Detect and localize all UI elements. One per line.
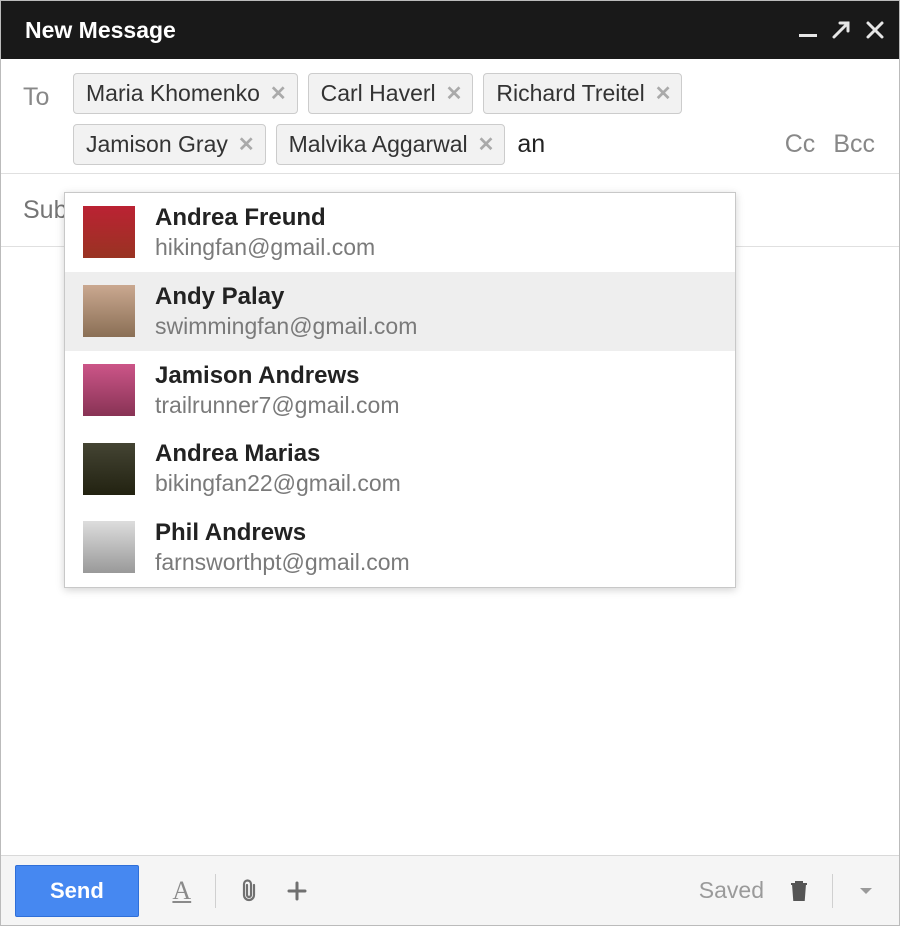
chip-remove-icon[interactable]: ✕ [446,81,463,106]
autocomplete-item[interactable]: Andrea Freundhikingfan@gmail.com [65,193,735,272]
recipient-chip[interactable]: Malvika Aggarwal ✕ [276,124,506,165]
chip-label: Maria Khomenko [86,80,260,107]
minimize-icon[interactable] [799,17,817,43]
compose-window: New Message To Maria Khomenko✕Carl Haver… [0,0,900,926]
chip-label: Jamison Gray [86,131,228,158]
autocomplete-item[interactable]: Andy Palayswimmingfan@gmail.com [65,272,735,351]
contact-email: hikingfan@gmail.com [155,233,375,262]
cc-bcc-toggles: Cc Bcc [785,130,875,159]
insert-icon[interactable] [278,872,316,910]
contact-name: Phil Andrews [155,518,410,548]
window-title: New Message [25,17,176,44]
titlebar: New Message [1,1,899,59]
trash-icon[interactable] [780,872,818,910]
contact-name: Jamison Andrews [155,361,400,391]
contact-name: Andy Palay [155,282,417,312]
chip-label: Richard Treitel [496,80,644,107]
recipient-chip[interactable]: Carl Haverl ✕ [308,73,474,114]
bcc-button[interactable]: Bcc [833,130,875,159]
cc-button[interactable]: Cc [785,130,816,159]
chip-remove-icon[interactable]: ✕ [238,132,255,157]
divider [215,874,216,908]
window-controls [799,17,885,43]
contact-email: trailrunner7@gmail.com [155,391,400,420]
format-icon[interactable]: A [163,872,201,910]
avatar [83,206,135,258]
close-icon[interactable] [865,20,885,40]
chip-remove-icon[interactable]: ✕ [478,132,495,157]
contact-email: bikingfan22@gmail.com [155,469,401,498]
chip-label: Carl Haverl [321,80,436,107]
avatar [83,521,135,573]
avatar [83,364,135,416]
contact-email: swimmingfan@gmail.com [155,312,417,341]
avatar [83,443,135,495]
chip-remove-icon[interactable]: ✕ [270,81,287,106]
more-options-icon[interactable] [847,872,885,910]
to-label: To [23,73,59,112]
recipient-chip[interactable]: Richard Treitel ✕ [483,73,682,114]
chip-label: Malvika Aggarwal [289,131,468,158]
attach-icon[interactable] [230,872,268,910]
recipients-area: To Maria Khomenko✕Carl Haverl✕Richard Tr… [1,59,899,173]
compose-toolbar: Send A Saved [1,855,899,925]
saved-status: Saved [699,877,764,904]
divider [832,874,833,908]
autocomplete-item[interactable]: Phil Andrewsfarnsworthpt@gmail.com [65,508,735,587]
recipient-chip[interactable]: Maria Khomenko ✕ [73,73,298,114]
avatar [83,285,135,337]
contact-autocomplete: Andrea Freundhikingfan@gmail.comAndy Pal… [64,192,736,588]
recipient-chip[interactable]: Jamison Gray ✕ [73,124,266,165]
popout-icon[interactable] [831,20,851,40]
send-button[interactable]: Send [15,865,139,917]
recipient-chips[interactable]: Maria Khomenko✕Carl Haverl✕Richard Treit… [73,73,877,165]
contact-name: Andrea Freund [155,203,375,233]
contact-email: farnsworthpt@gmail.com [155,548,410,577]
contact-name: Andrea Marias [155,439,401,469]
chip-remove-icon[interactable]: ✕ [655,81,672,106]
autocomplete-item[interactable]: Andrea Mariasbikingfan22@gmail.com [65,429,735,508]
autocomplete-item[interactable]: Jamison Andrewstrailrunner7@gmail.com [65,351,735,430]
